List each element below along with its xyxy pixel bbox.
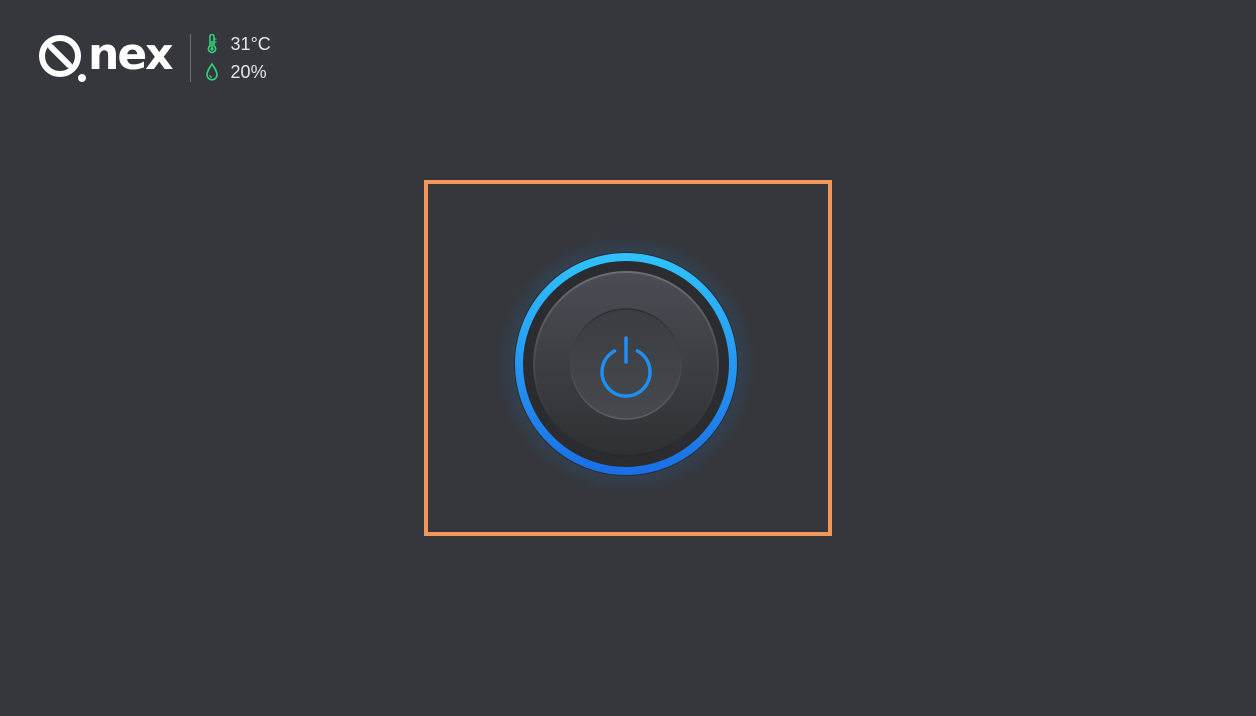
humidity-reading: 20% [205,61,271,83]
header-divider [189,34,191,82]
power-button[interactable] [496,234,756,494]
droplet-icon [205,62,219,82]
sensor-readings: 31°C 20% [205,33,271,83]
thermometer-icon [205,34,219,54]
temperature-value: 31°C [230,34,271,54]
humidity-value: 20% [230,62,267,82]
header: nex 31°C 20% [36,32,271,84]
brand-name: nex [88,29,174,80]
temperature-reading: 31°C [205,33,271,55]
qnex-logo-mark [39,35,86,82]
brand-logo: nex [36,29,174,84]
